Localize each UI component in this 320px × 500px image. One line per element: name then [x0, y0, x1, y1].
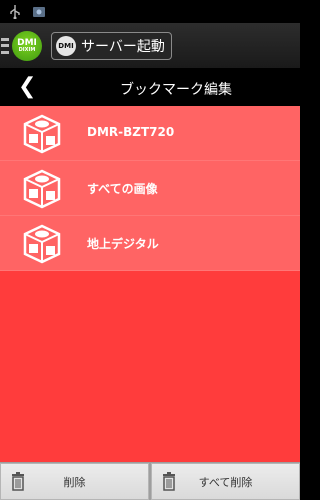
usb-icon [8, 4, 22, 19]
trash-icon [12, 472, 24, 491]
server-badge-icon: DMI [56, 35, 76, 56]
delete-label: 削除 [63, 475, 86, 489]
media-server-icon [23, 224, 61, 264]
bookmark-list: DMR-BZT720 すべての画像 地上デジタル [0, 106, 300, 271]
status-bar [0, 0, 300, 23]
back-icon[interactable]: ❮ [18, 74, 36, 99]
server-start-button[interactable]: DMI サーバー起動 [51, 31, 172, 60]
server-start-label: サーバー起動 [81, 38, 165, 55]
title-bar: ❮ ブックマーク編集 [0, 68, 300, 106]
app-logo[interactable]: DMI DIXIM [12, 30, 42, 61]
bookmark-label: すべての画像 [87, 182, 158, 196]
media-server-icon [23, 169, 61, 209]
menu-icon[interactable] [1, 37, 9, 54]
delete-all-button[interactable]: すべて削除 [151, 463, 300, 500]
bottom-bar: 削除 すべて削除 [0, 462, 300, 500]
image-notification-icon [32, 5, 46, 19]
delete-all-label: すべて削除 [198, 475, 253, 489]
media-server-icon [23, 114, 61, 154]
logo-subtext: DIXIM [18, 46, 36, 53]
page-title: ブックマーク編集 [120, 82, 232, 98]
logo-text: DMI [17, 37, 37, 48]
delete-button[interactable]: 削除 [0, 463, 149, 500]
bookmark-item[interactable]: DMR-BZT720 [0, 106, 300, 161]
bookmark-item[interactable]: 地上デジタル [0, 216, 300, 271]
bookmark-content: DMR-BZT720 すべての画像 地上デジタル [0, 106, 300, 462]
trash-all-icon [163, 472, 175, 491]
bookmark-item[interactable]: すべての画像 [0, 161, 300, 216]
bookmark-label: 地上デジタル [87, 237, 159, 251]
action-bar: DMI DIXIM DMI サーバー起動 [0, 23, 300, 68]
bookmark-label: DMR-BZT720 [87, 125, 175, 139]
